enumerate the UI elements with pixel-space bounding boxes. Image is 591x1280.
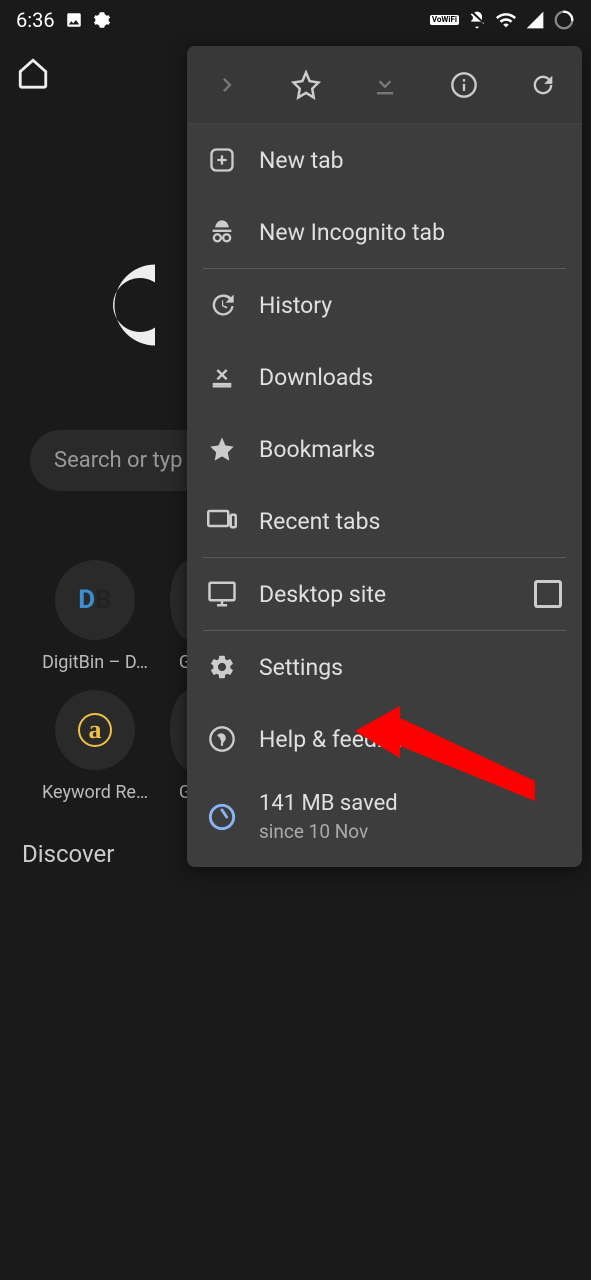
data-saved-since: since 10 Nov (259, 820, 398, 843)
menu-help[interactable]: Help & feedback (187, 703, 582, 775)
menu-desktop-site[interactable]: Desktop site (187, 558, 582, 630)
menu-label: Downloads (259, 364, 373, 391)
gear-icon (207, 652, 237, 682)
loading-icon (553, 9, 575, 31)
home-button[interactable] (16, 56, 50, 94)
menu-label: History (259, 292, 332, 319)
desktop-icon (207, 579, 237, 609)
menu-incognito[interactable]: New Incognito tab (187, 196, 582, 268)
menu-downloads[interactable]: Downloads (187, 341, 582, 413)
vowifi-icon: VoWiFi (430, 15, 459, 25)
download-button[interactable] (365, 65, 405, 105)
menu-new-tab[interactable]: New tab (187, 124, 582, 196)
settings-sync-icon (93, 11, 111, 29)
menu-history[interactable]: History (187, 269, 582, 341)
recent-tabs-icon (207, 506, 237, 536)
menu-bookmarks[interactable]: Bookmarks (187, 413, 582, 485)
menu-label: Settings (259, 654, 343, 681)
shortcut-digitbin[interactable]: DB DigitBin – D… (30, 560, 160, 673)
menu-label: New tab (259, 147, 344, 174)
menu-data-saved[interactable]: 141 MB saved since 10 Nov (187, 775, 582, 867)
discover-heading: Discover (22, 840, 114, 868)
status-bar: 6:36 VoWiFi (0, 0, 591, 40)
menu-recent-tabs[interactable]: Recent tabs (187, 485, 582, 557)
menu-top-row (187, 46, 582, 124)
incognito-icon (207, 217, 237, 247)
signal-icon (525, 10, 545, 30)
menu-label: Recent tabs (259, 508, 380, 535)
shortcut-label: DigitBin – D… (30, 652, 160, 673)
dnd-icon (467, 10, 487, 30)
menu-label: New Incognito tab (259, 219, 445, 246)
status-time: 6:36 (16, 8, 55, 32)
forward-button[interactable] (207, 65, 247, 105)
menu-label: Help & feedback (259, 726, 426, 753)
overflow-menu: New tab New Incognito tab History Downlo… (187, 46, 582, 867)
info-button[interactable] (444, 65, 484, 105)
shortcut-label: Keyword Re… (30, 782, 160, 803)
menu-label: Bookmarks (259, 436, 375, 463)
menu-label: Desktop site (259, 581, 386, 608)
new-tab-icon (207, 145, 237, 175)
bookmarks-icon (207, 434, 237, 464)
downloads-icon (207, 362, 237, 392)
desktop-site-checkbox[interactable] (534, 580, 562, 608)
photo-icon (65, 11, 83, 29)
help-icon (207, 724, 237, 754)
reload-button[interactable] (523, 65, 563, 105)
wifi-icon (495, 9, 517, 31)
menu-settings[interactable]: Settings (187, 631, 582, 703)
data-saved-icon (207, 802, 237, 832)
bookmark-star-button[interactable] (286, 65, 326, 105)
history-icon (207, 290, 237, 320)
search-placeholder: Search or typ (54, 448, 182, 473)
shortcut-keyword[interactable]: a Keyword Re… (30, 690, 160, 803)
data-saved-amount: 141 MB saved (259, 791, 398, 816)
